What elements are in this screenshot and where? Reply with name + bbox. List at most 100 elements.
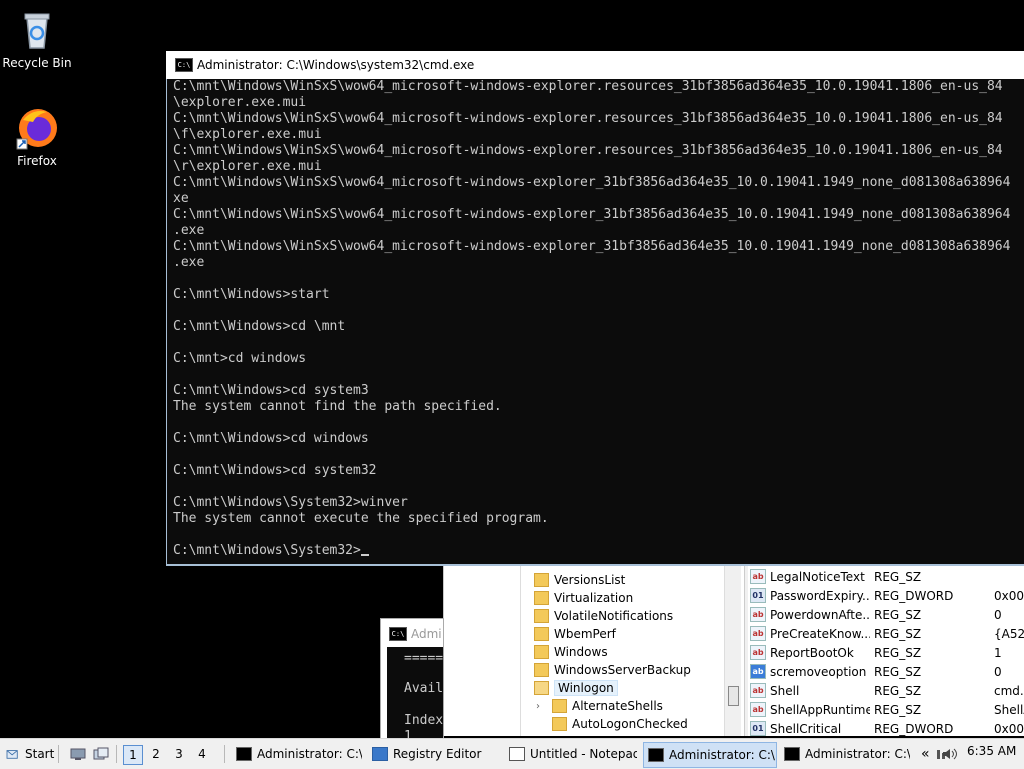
folder-icon bbox=[534, 609, 549, 623]
console-line: C:\mnt\Windows\WinSxS\wow64_microsoft-wi… bbox=[173, 207, 1011, 222]
desktop-icon-recycle-bin[interactable]: Recycle Bin bbox=[0, 8, 74, 70]
taskbar-separator bbox=[58, 745, 59, 763]
folder-icon bbox=[552, 717, 567, 731]
console-line: C:\mnt\Windows>cd windows bbox=[173, 431, 369, 446]
cmd-window-main[interactable]: C:\ Administrator: C:\Windows\system32\c… bbox=[166, 51, 1024, 566]
task-notepad[interactable]: Untitled - Notepad bbox=[505, 742, 637, 766]
task-label: Administrator: C:\... bbox=[257, 747, 362, 761]
folder-icon bbox=[534, 627, 549, 641]
console-line: Avail bbox=[404, 681, 444, 696]
chevron-right-icon[interactable]: › bbox=[536, 701, 546, 712]
console-line: C:\mnt\Windows>cd system32 bbox=[173, 463, 377, 478]
task-label: Administrator: C:\... bbox=[805, 747, 910, 761]
open-folder-icon bbox=[534, 681, 549, 695]
task-label: Untitled - Notepad bbox=[530, 747, 637, 761]
cmd-icon bbox=[784, 747, 800, 761]
registry-tree[interactable]: VersionsList Virtualization VolatileNoti… bbox=[524, 566, 724, 736]
console-line: Index bbox=[404, 713, 444, 728]
console-line: \explorer.exe.mui bbox=[173, 95, 307, 110]
value-row[interactable]: abShellREG_SZcmd.e bbox=[750, 681, 1024, 700]
workspace-3[interactable]: 3 bbox=[170, 745, 188, 763]
pane-splitter[interactable] bbox=[744, 566, 748, 736]
console-line: C:\mnt\Windows\WinSxS\wow64_microsoft-wi… bbox=[173, 143, 1003, 158]
cmd-secondary-titlebar[interactable]: C:\ Admi bbox=[381, 619, 443, 649]
value-row[interactable]: 01PasswordExpiry...REG_DWORD0x000 bbox=[750, 586, 1024, 605]
string-value-icon: ab bbox=[750, 626, 766, 641]
console-prompt: C:\mnt\Windows\System32> bbox=[173, 543, 361, 558]
registry-editor-window[interactable]: VersionsList Virtualization VolatileNoti… bbox=[443, 566, 1024, 736]
console-line: \r\explorer.exe.mui bbox=[173, 159, 322, 174]
tree-item-winlogon[interactable]: Winlogon bbox=[534, 679, 618, 697]
value-row[interactable]: ab ReportBootOk REG_SZ 1 bbox=[750, 643, 1024, 662]
start-icon bbox=[6, 750, 18, 759]
registry-values-list[interactable]: ab LegalNoticeText REG_SZ 01 PasswordExpiry… bbox=[750, 566, 1024, 736]
value-row[interactable]: 01ShellCriticalREG_DWORD0x000 bbox=[750, 719, 1024, 736]
task-cmd-3[interactable]: Administrator: C:\... bbox=[780, 742, 910, 766]
tree-item-versionslist[interactable]: VersionsList bbox=[534, 571, 625, 589]
cmd-main-title: Administrator: C:\Windows\system32\cmd.e… bbox=[197, 58, 475, 72]
console-line: C:\mnt\Windows>cd system3 bbox=[173, 383, 369, 398]
show-desktop-button[interactable] bbox=[70, 743, 86, 765]
taskbar-separator bbox=[224, 745, 225, 763]
console-line: xe bbox=[173, 191, 189, 206]
desktop-icon-firefox[interactable]: Firefox bbox=[0, 106, 74, 168]
window-switch-icon bbox=[93, 747, 109, 760]
registry-editor-icon bbox=[372, 747, 388, 761]
folder-icon bbox=[534, 663, 549, 677]
window-switcher-button[interactable] bbox=[93, 743, 109, 765]
cmd-secondary-title: Admi bbox=[411, 627, 442, 641]
folder-icon bbox=[534, 645, 549, 659]
string-value-icon: ab bbox=[750, 607, 766, 622]
cmd-window-secondary[interactable]: C:\ Admi ===== Avail Index 1 bbox=[380, 618, 444, 740]
volume-tray-button[interactable] bbox=[941, 743, 959, 765]
tree-item-virtualization[interactable]: Virtualization bbox=[534, 589, 633, 607]
recycle-bin-label: Recycle Bin bbox=[2, 56, 72, 70]
registry-tree-scrollbar[interactable] bbox=[724, 566, 741, 736]
tray-expand-button[interactable]: « bbox=[921, 743, 930, 765]
start-label: Start bbox=[25, 747, 55, 761]
value-row[interactable]: ab scremoveoption REG_SZ 0 bbox=[750, 662, 1024, 681]
console-line: C:\mnt\Windows>cd \mnt bbox=[173, 319, 346, 334]
string-value-icon: ab bbox=[750, 569, 766, 584]
console-line: C:\mnt\Windows>start bbox=[173, 287, 330, 302]
workspace-1[interactable]: 1 bbox=[123, 745, 143, 765]
workspace-4[interactable]: 4 bbox=[193, 745, 211, 763]
task-cmd-1[interactable]: Administrator: C:\... bbox=[232, 742, 362, 766]
firefox-icon bbox=[15, 106, 59, 150]
task-label: Registry Editor bbox=[393, 747, 482, 761]
double-chevron-left-icon: « bbox=[921, 746, 930, 762]
value-row[interactable]: abShellAppRuntimeREG_SZShellA bbox=[750, 700, 1024, 719]
scrollbar-thumb[interactable] bbox=[728, 686, 739, 706]
string-value-icon: ab bbox=[750, 702, 766, 717]
binary-value-icon: 01 bbox=[750, 721, 766, 736]
value-row[interactable]: ab LegalNoticeText REG_SZ bbox=[750, 567, 1024, 586]
string-value-icon: ab bbox=[750, 645, 766, 660]
task-registry-editor[interactable]: Registry Editor bbox=[368, 742, 498, 766]
cmd-main-console[interactable]: C:\mnt\Windows\WinSxS\wow64_microsoft-wi… bbox=[167, 79, 1024, 564]
start-button[interactable]: Start bbox=[6, 743, 54, 765]
console-line: ===== bbox=[404, 651, 444, 666]
desktop-icon bbox=[70, 748, 86, 760]
string-value-icon: ab bbox=[750, 664, 766, 679]
task-cmd-active[interactable]: Administrator: C:\... bbox=[643, 742, 777, 768]
clock[interactable]: 6:35 AM bbox=[967, 744, 1016, 758]
tree-item-wbemperf[interactable]: WbemPerf bbox=[534, 625, 616, 643]
tree-item-alternateshells[interactable]: › AlternateShells bbox=[536, 697, 663, 715]
tree-item-windows[interactable]: Windows bbox=[534, 643, 608, 661]
cmd-secondary-console[interactable]: ===== Avail Index 1 bbox=[387, 647, 443, 739]
console-line: C:\mnt\Windows\WinSxS\wow64_microsoft-wi… bbox=[173, 111, 1003, 126]
taskbar: Start 1 2 3 4 Administrator: C:\... Regi… bbox=[0, 738, 1024, 769]
tree-item-windowsserverbackup[interactable]: WindowsServerBackup bbox=[534, 661, 691, 679]
tree-item-autologonchecked[interactable]: AutoLogonChecked bbox=[552, 715, 688, 733]
value-row[interactable]: ab PowerdownAfte... REG_SZ 0 bbox=[750, 605, 1024, 624]
folder-icon bbox=[552, 699, 567, 713]
cmd-main-titlebar[interactable]: C:\ Administrator: C:\Windows\system32\c… bbox=[166, 51, 1024, 79]
console-line: C:\mnt>cd windows bbox=[173, 351, 307, 366]
console-line: C:\mnt\Windows\System32>winver bbox=[173, 495, 408, 510]
workspace-2[interactable]: 2 bbox=[147, 745, 165, 763]
tree-item-volatilenotifications[interactable]: VolatileNotifications bbox=[534, 607, 673, 625]
console-prompt-line[interactable]: C:\mnt\Windows\System32> bbox=[173, 543, 369, 559]
value-row[interactable]: abPreCreateKnow...REG_SZ{A520 bbox=[750, 624, 1024, 643]
cmd-icon bbox=[648, 748, 664, 762]
firefox-label: Firefox bbox=[17, 154, 57, 168]
